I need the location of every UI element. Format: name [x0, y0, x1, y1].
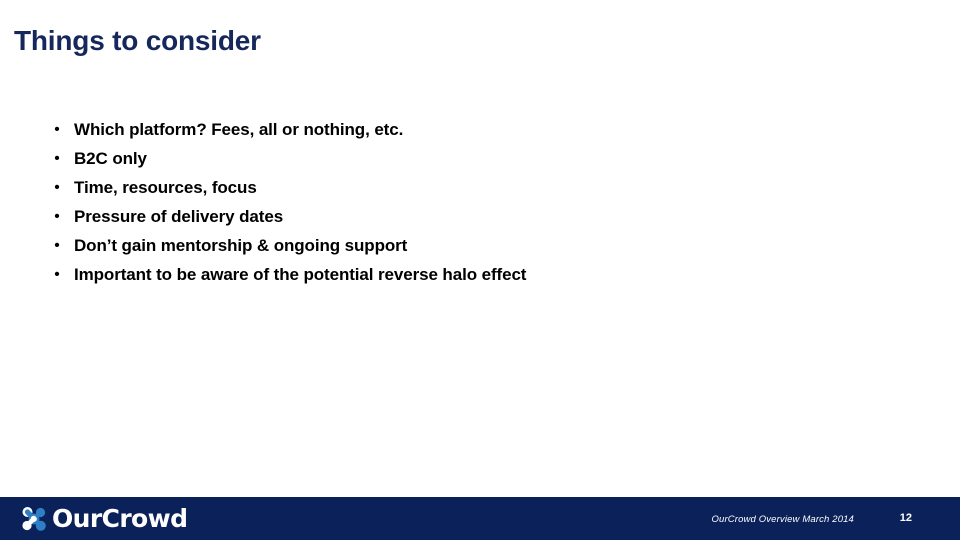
page-title: Things to consider [14, 25, 261, 56]
list-item: • Time, resources, focus [46, 173, 906, 202]
ourcrowd-logo: OurCrowd [20, 503, 188, 535]
list-item-label: Which platform? Fees, all or nothing, et… [74, 120, 404, 139]
list-item-label: Pressure of delivery dates [74, 207, 284, 226]
bullet-list: • Which platform? Fees, all or nothing, … [46, 115, 906, 289]
slide-canvas: Things to consider • Which platform? Fee… [0, 0, 960, 540]
list-item-label: Important to be aware of the potential r… [74, 265, 527, 284]
page-number: 12 [899, 512, 912, 524]
bullet-point-icon: • [54, 179, 60, 196]
ourcrowd-logo-mark [20, 505, 48, 533]
footer-note: OurCrowd Overview March 2014 [711, 514, 854, 525]
list-item-label: Don’t gain mentorship & ongoing support [74, 236, 408, 255]
ourcrowd-wordmark: OurCrowd [52, 504, 188, 533]
slide-footer-bar: OurCrowd OurCrowd Overview March 2014 12 [0, 497, 960, 540]
list-item: • B2C only [46, 144, 906, 173]
bullet-point-icon: • [54, 121, 60, 138]
list-item-label: B2C only [74, 149, 147, 168]
list-item: • Which platform? Fees, all or nothing, … [46, 115, 906, 144]
list-item: • Pressure of delivery dates [46, 202, 906, 231]
bullet-point-icon: • [54, 266, 60, 283]
bullet-point-icon: • [54, 150, 60, 167]
list-item: • Important to be aware of the potential… [46, 260, 906, 289]
bullet-point-icon: • [54, 208, 60, 225]
list-item-label: Time, resources, focus [74, 178, 257, 197]
list-item: • Don’t gain mentorship & ongoing suppor… [46, 231, 906, 260]
bullet-point-icon: • [54, 237, 60, 254]
